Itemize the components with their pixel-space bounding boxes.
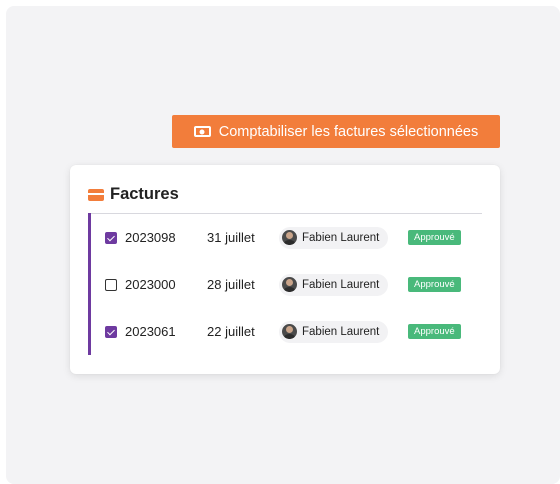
cash-icon	[193, 126, 211, 137]
post-selected-invoices-button[interactable]: Comptabiliser les factures sélectionnées	[172, 115, 500, 148]
assignee-chip: Fabien Laurent	[279, 273, 389, 296]
invoice-list: 2023098 31 juillet Fabien Laurent Approu…	[70, 214, 500, 355]
invoice-date: 22 juillet	[207, 324, 255, 339]
card-title: Factures	[110, 185, 179, 203]
assignee-name: Fabien Laurent	[302, 231, 380, 244]
status-badge: Approuvé	[408, 277, 461, 292]
credit-card-icon	[88, 188, 104, 201]
avatar	[282, 277, 297, 292]
invoice-row[interactable]: 2023098 31 juillet Fabien Laurent Approu…	[70, 214, 500, 261]
assignee-name: Fabien Laurent	[302, 325, 380, 338]
avatar	[282, 324, 297, 339]
row-checkbox[interactable]	[105, 231, 117, 244]
post-selected-invoices-label: Comptabiliser les factures sélectionnées	[218, 123, 479, 140]
status-badge: Approuvé	[408, 230, 461, 245]
assignee-chip: Fabien Laurent	[279, 320, 389, 343]
avatar	[282, 230, 297, 245]
assignee-chip: Fabien Laurent	[279, 226, 389, 249]
invoice-row[interactable]: 2023061 22 juillet Fabien Laurent Approu…	[70, 308, 500, 355]
invoice-number: 2023098	[125, 230, 176, 245]
row-checkbox[interactable]	[105, 278, 117, 291]
invoice-number: 2023000	[125, 277, 176, 292]
invoice-number: 2023061	[125, 324, 176, 339]
status-badge: Approuvé	[408, 324, 461, 339]
invoices-card: Factures 2023098 31 juillet Fabien Laure…	[70, 165, 500, 374]
invoice-date: 28 juillet	[207, 277, 255, 292]
invoice-date: 31 juillet	[207, 230, 255, 245]
row-checkbox[interactable]	[105, 325, 117, 338]
assignee-name: Fabien Laurent	[302, 278, 380, 291]
card-header: Factures	[88, 185, 179, 204]
invoice-row[interactable]: 2023000 28 juillet Fabien Laurent Approu…	[70, 261, 500, 308]
